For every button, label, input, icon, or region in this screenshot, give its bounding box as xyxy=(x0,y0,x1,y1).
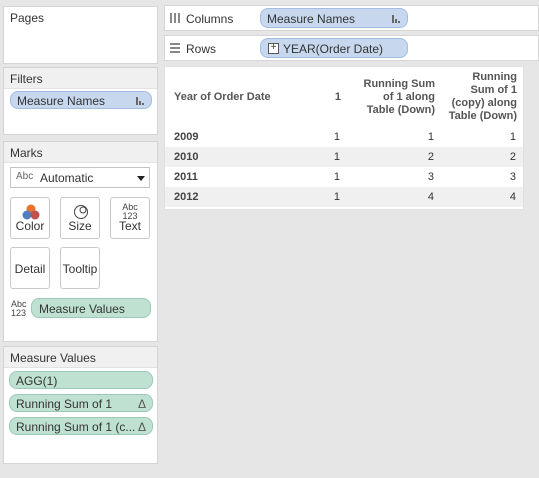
rows-pill-label: YEAR(Order Date) xyxy=(283,42,384,56)
rows-label: Rows xyxy=(186,42,217,56)
header-measure-1[interactable]: 1 xyxy=(290,67,347,127)
columns-pill-measure-names[interactable]: Measure Names xyxy=(260,8,408,28)
mark-type-value: Automatic xyxy=(40,171,94,185)
measure-values-title: Measure Values xyxy=(4,347,157,368)
mark-type-select[interactable]: Abc Automatic xyxy=(10,167,150,188)
sort-icon xyxy=(136,97,144,105)
cell-value[interactable]: 4 xyxy=(347,187,441,207)
detail-button-label: Detail xyxy=(14,262,46,276)
rows-shelf[interactable]: Rows + YEAR(Order Date) xyxy=(164,35,539,61)
columns-pill-label: Measure Names xyxy=(267,12,356,26)
columns-label: Columns xyxy=(186,12,234,26)
table-row: 2010 1 2 2 xyxy=(165,147,523,167)
crosstab: Year of Order Date 1 Running Sum of 1 al… xyxy=(165,67,523,207)
marks-text-pill-measure-values[interactable]: Measure Values xyxy=(31,298,151,318)
expand-icon[interactable]: + xyxy=(268,43,279,54)
viz-area: Year of Order Date 1 Running Sum of 1 al… xyxy=(164,66,524,210)
cell-value[interactable]: 4 xyxy=(441,187,523,207)
cell-value[interactable]: 3 xyxy=(347,167,441,187)
tooltip-button[interactable]: Tooltip xyxy=(60,247,100,289)
cell-year[interactable]: 2011 xyxy=(165,167,290,187)
cell-value[interactable]: 1 xyxy=(290,147,347,167)
filter-pill-measure-names[interactable]: Measure Names xyxy=(10,91,152,109)
header-running-sum[interactable]: Running Sum of 1 along Table (Down) xyxy=(347,67,441,127)
filter-pill-label: Measure Names xyxy=(17,94,106,108)
columns-icon xyxy=(170,13,180,23)
cell-value[interactable]: 2 xyxy=(441,147,523,167)
header-year[interactable]: Year of Order Date xyxy=(165,67,290,127)
filters-title: Filters xyxy=(4,68,157,89)
cell-value[interactable]: 2 xyxy=(347,147,441,167)
measure-pill-running-sum-label: Running Sum of 1 xyxy=(16,397,113,411)
columns-shelf[interactable]: Columns Measure Names xyxy=(164,5,539,31)
marks-text-pill-label: Measure Values xyxy=(39,302,125,316)
text-button-label: Text xyxy=(118,219,141,233)
rows-icon xyxy=(170,43,180,53)
chevron-down-icon xyxy=(137,176,145,181)
measure-pill-agg[interactable]: AGG(1) xyxy=(9,371,153,389)
measure-pill-running-sum[interactable]: Running Sum of 1 Δ xyxy=(9,394,153,412)
size-button[interactable]: Size xyxy=(60,197,100,239)
table-calc-delta-icon: Δ xyxy=(137,397,146,411)
text-button[interactable]: Abc 123 Text xyxy=(110,197,150,239)
detail-button[interactable]: Detail xyxy=(10,247,50,289)
cell-value[interactable]: 3 xyxy=(441,167,523,187)
cell-value[interactable]: 1 xyxy=(290,187,347,207)
measure-pill-running-sum-copy[interactable]: Running Sum of 1 (c... Δ xyxy=(9,417,153,435)
cell-value[interactable]: 1 xyxy=(290,167,347,187)
filters-card: Filters Measure Names xyxy=(3,67,158,135)
tooltip-button-label: Tooltip xyxy=(62,262,98,276)
sort-icon xyxy=(392,15,400,23)
cell-year[interactable]: 2009 xyxy=(165,127,290,147)
pages-title: Pages xyxy=(10,11,45,25)
cell-year[interactable]: 2012 xyxy=(165,187,290,207)
color-button[interactable]: Color xyxy=(10,197,50,239)
table-row: 2011 1 3 3 xyxy=(165,167,523,187)
size-button-label: Size xyxy=(68,219,92,233)
color-button-label: Color xyxy=(15,219,45,233)
table-row: 2012 1 4 4 xyxy=(165,187,523,207)
pages-card: Pages xyxy=(3,6,158,64)
table-calc-delta-icon: Δ xyxy=(137,420,146,434)
rows-pill-year-order-date[interactable]: + YEAR(Order Date) xyxy=(260,38,408,58)
measure-pill-agg-label: AGG(1) xyxy=(16,374,58,388)
table-row: 2009 1 1 1 xyxy=(165,127,523,147)
measure-values-123-icon: 123 xyxy=(11,308,27,318)
header-running-sum-copy[interactable]: Running Sum of 1 (copy) along Table (Dow… xyxy=(441,67,523,127)
cell-value[interactable]: 1 xyxy=(347,127,441,147)
cell-year[interactable]: 2010 xyxy=(165,147,290,167)
cell-value[interactable]: 1 xyxy=(290,127,347,147)
measure-pill-running-sum-copy-label: Running Sum of 1 (c... xyxy=(16,420,136,434)
marks-title: Marks xyxy=(4,142,157,163)
size-icon xyxy=(74,205,88,219)
cell-value[interactable]: 1 xyxy=(441,127,523,147)
abc-icon: Abc xyxy=(16,171,34,182)
